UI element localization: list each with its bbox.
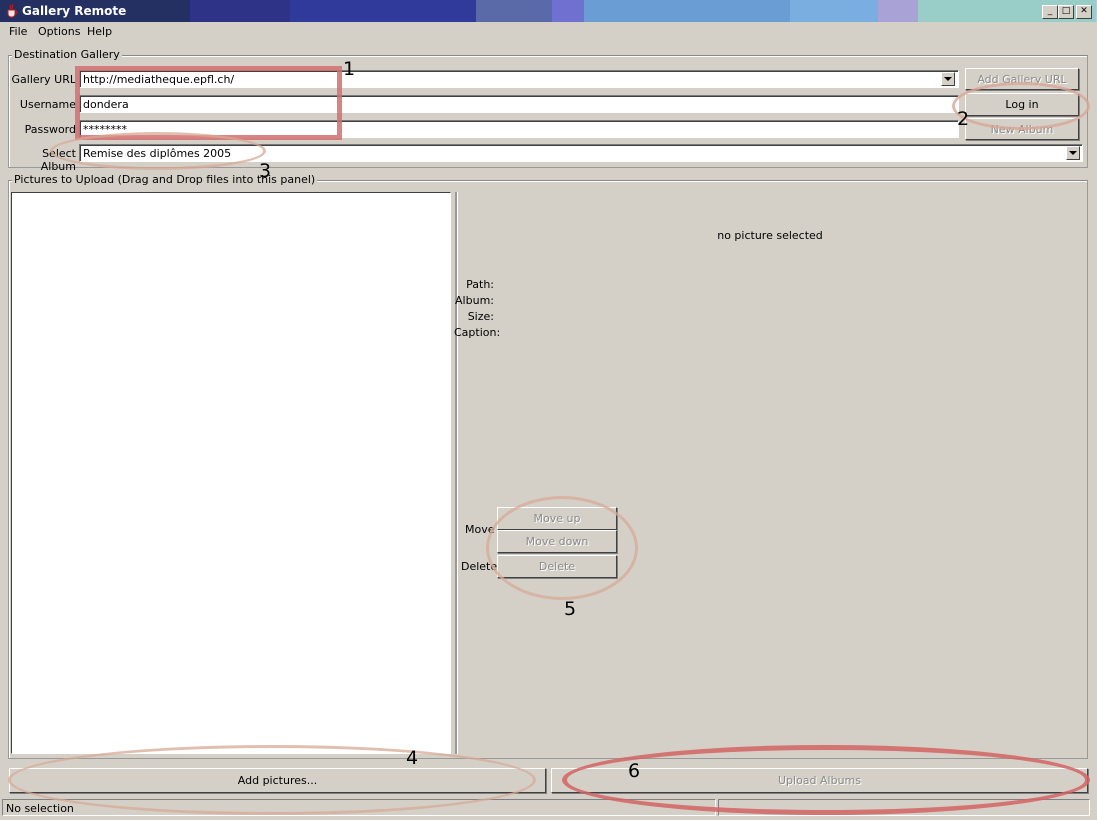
username-label: Username (19, 98, 76, 111)
close-button[interactable]: ✕ (1076, 5, 1092, 19)
annotation-number: 2 (957, 108, 970, 130)
splitter[interactable] (455, 192, 458, 754)
title-bar-segment (878, 0, 918, 22)
annotation-rectangle (75, 66, 342, 140)
chevron-down-icon (944, 77, 952, 81)
annotation-ellipse (562, 745, 1090, 815)
destination-gallery-title: Destination Gallery (12, 48, 122, 61)
menu-help[interactable]: Help (87, 25, 112, 38)
annotation-number: 1 (343, 58, 356, 80)
annotation-ellipse (8, 745, 536, 815)
status-text: No selection (6, 802, 74, 815)
picture-list[interactable] (11, 192, 451, 754)
pictures-group-title: Pictures to Upload (Drag and Drop files … (12, 173, 318, 186)
annotation-number: 4 (406, 747, 419, 769)
password-label: Password (24, 123, 76, 136)
title-bar-segment (552, 0, 584, 22)
title-bar-segment (290, 0, 476, 22)
size-label: Size: (467, 310, 494, 323)
menu-file[interactable]: File (9, 25, 27, 38)
minimize-button[interactable]: _ (1042, 5, 1058, 19)
title-bar-segment (790, 0, 878, 22)
annotation-number: 5 (564, 598, 577, 620)
java-cup-icon (7, 4, 18, 18)
annotation-ellipse (952, 82, 1090, 130)
title-bar-segment (476, 0, 552, 22)
annotation-number: 3 (259, 160, 272, 182)
caption-label: Caption: (454, 326, 501, 339)
annotation-ellipse (486, 496, 638, 600)
maximize-button[interactable]: □ (1058, 5, 1074, 19)
annotation-ellipse (50, 132, 266, 170)
gallery-url-label: Gallery URL (11, 73, 77, 86)
gallery-url-dropdown[interactable] (941, 72, 955, 86)
title-bar-segment (584, 0, 790, 22)
menu-options[interactable]: Options (38, 25, 80, 38)
chevron-down-icon (1069, 151, 1077, 155)
path-label: Path: (466, 278, 494, 291)
no-picture-selected-text: no picture selected (717, 229, 823, 242)
annotation-number: 6 (628, 760, 641, 782)
album-label: Album: (455, 294, 494, 307)
window-title: Gallery Remote (22, 4, 127, 18)
title-bar (0, 0, 1097, 22)
title-bar-segment (190, 0, 290, 22)
album-dropdown[interactable] (1066, 146, 1080, 160)
